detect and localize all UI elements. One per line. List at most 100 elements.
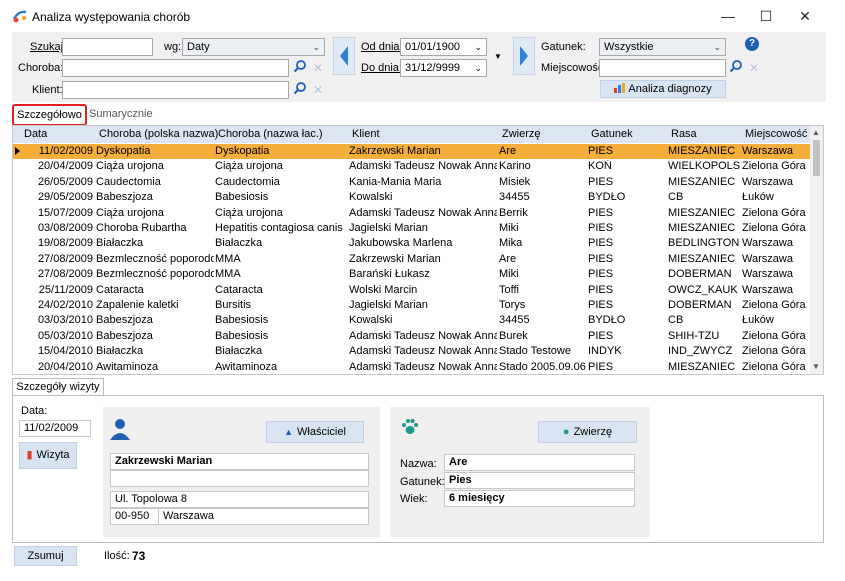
table-cell: Warszawa bbox=[742, 252, 793, 265]
previous-period-button[interactable] bbox=[333, 37, 355, 75]
table-cell: Zielona Góra bbox=[742, 160, 806, 173]
analiza-diagnozy-button[interactable]: Analiza diagnozy bbox=[600, 80, 726, 98]
table-cell: Karino bbox=[499, 160, 531, 173]
table-row[interactable]: 05/03/2010 Babeszjoza Babesiosis Adamski Ta… bbox=[13, 329, 811, 344]
table-cell: Berrik bbox=[499, 206, 528, 219]
visit-date-field[interactable]: 11/02/2009 bbox=[19, 420, 91, 437]
chevron-down-icon: ⌄ bbox=[312, 42, 320, 52]
table-row[interactable]: 15/04/2010 Białaczka Białaczka Adamski Tade… bbox=[13, 344, 811, 359]
miejscowosc-label: Miejscowość: bbox=[541, 62, 607, 74]
help-icon[interactable]: ? bbox=[745, 37, 759, 51]
scroll-thumb[interactable] bbox=[813, 140, 820, 176]
table-row[interactable]: 20/04/2009 Ciąża urojona Ciąża urojona Adam… bbox=[13, 159, 811, 174]
table-row[interactable]: 19/08/2009 Białaczka Białaczka Jakubowska M… bbox=[13, 236, 811, 251]
table-cell: Awitaminoza bbox=[96, 360, 159, 373]
table-cell: BEDLINGTON bbox=[668, 237, 740, 250]
table-cell: IND_ZWYCZ bbox=[668, 345, 733, 358]
maximize-button[interactable]: ☐ bbox=[756, 6, 776, 26]
tab-szczegolowo[interactable]: Szczegółowo bbox=[12, 104, 87, 126]
column-header[interactable]: Data bbox=[24, 128, 47, 140]
table-cell: CB bbox=[668, 314, 684, 327]
owner-line2-field bbox=[110, 470, 369, 487]
analiza-diagnozy-label: Analiza diagnozy bbox=[628, 83, 712, 95]
table-cell: Zielona Góra bbox=[742, 329, 806, 342]
close-button[interactable]: ✕ bbox=[795, 6, 815, 26]
table-row[interactable]: 27/08/2009 Bezmleczność poporodow MMA Barań… bbox=[13, 267, 811, 282]
table-row[interactable]: 03/03/2010 Babeszjoza Babesiosis Kowalski 34… bbox=[13, 313, 811, 328]
table-cell: Babeszjoza bbox=[96, 314, 153, 327]
table-cell: PIES bbox=[588, 360, 614, 373]
clear-icon[interactable]: ✕ bbox=[309, 81, 327, 99]
choroba-input[interactable] bbox=[62, 59, 289, 77]
period-dropdown-icon[interactable]: ▼ bbox=[494, 52, 502, 61]
search-icon[interactable] bbox=[291, 59, 309, 77]
wg-select[interactable]: Daty ⌄ bbox=[182, 38, 325, 56]
table-cell: MIESZANIEC bbox=[668, 175, 736, 188]
table-cell: Jagielski Marian bbox=[349, 222, 428, 234]
table-cell: PIES bbox=[588, 283, 614, 296]
table-row[interactable]: 27/08/2009 Bezmleczność poporodow MMA Zakrz… bbox=[13, 252, 811, 267]
search-icon[interactable] bbox=[727, 59, 745, 77]
column-header[interactable]: Gatunek bbox=[591, 128, 633, 140]
minimize-button[interactable]: — bbox=[718, 6, 738, 26]
table-cell: MIESZANIEC bbox=[668, 145, 736, 157]
table-row[interactable]: 15/07/2009 Ciąża urojona Ciąża urojona Adam… bbox=[13, 206, 811, 221]
column-header[interactable]: Rasa bbox=[671, 128, 697, 140]
data-label: Data: bbox=[21, 405, 48, 417]
zwierze-button[interactable]: ● Zwierzę bbox=[538, 421, 637, 443]
do-label: Do dnia: bbox=[361, 62, 402, 74]
table-row[interactable]: 26/05/2009 Caudectomia Caudectomia Kania-Ma… bbox=[13, 175, 811, 190]
table-cell: 19/08/2009 bbox=[37, 237, 93, 250]
wlasciciel-button[interactable]: ▲ Właściciel bbox=[266, 421, 364, 443]
table-cell: 27/08/2009 bbox=[37, 268, 93, 281]
table-cell: Stado 2005.09.06 bbox=[499, 360, 586, 373]
table-row[interactable]: 25/11/2009 Cataracta Cataracta Wolski Marci… bbox=[13, 283, 811, 298]
miejscowosc-input[interactable] bbox=[599, 59, 726, 77]
zsumuj-button[interactable]: Zsumuj bbox=[14, 546, 77, 566]
table-cell: PIES bbox=[588, 175, 614, 188]
ilosc-label: Ilość: bbox=[104, 550, 130, 562]
search-icon[interactable] bbox=[291, 81, 309, 99]
table-row[interactable]: 03/08/2009 Choroba Rubartha Hepatitis cont… bbox=[13, 221, 811, 236]
scroll-up-icon[interactable]: ▲ bbox=[812, 128, 820, 137]
klient-input[interactable] bbox=[62, 81, 289, 99]
tab-szczegoly-wizyty[interactable]: Szczegóły wizyty bbox=[12, 378, 104, 396]
table-cell: Are bbox=[499, 252, 517, 265]
table-cell: Burek bbox=[499, 329, 528, 342]
do-date-input[interactable]: 31/12/9999 ⌄ bbox=[400, 59, 487, 77]
column-header[interactable]: Choroba (nazwa łac.) bbox=[218, 128, 323, 140]
gatunek-select[interactable]: Wszystkie ⌄ bbox=[599, 38, 726, 56]
table-cell: Zielona Góra bbox=[742, 222, 806, 234]
table-cell: Ciąża urojona bbox=[96, 206, 164, 219]
table-cell: Jakubowska Marlena bbox=[349, 237, 453, 250]
table-cell: Choroba Rubartha bbox=[96, 222, 187, 234]
od-date-input[interactable]: 01/01/1900 ⌄ bbox=[400, 38, 487, 56]
table-cell: BYDŁO bbox=[588, 191, 626, 204]
table-row[interactable]: 24/02/2010 Zapalenie kaletki Bursitis Jagie… bbox=[13, 298, 811, 313]
table-cell: KOŃ bbox=[588, 160, 612, 173]
next-period-button[interactable] bbox=[513, 37, 535, 75]
column-header[interactable]: Choroba (polska nazwa) bbox=[99, 128, 218, 140]
table-cell: Hepatitis contagiosa canis bbox=[215, 222, 343, 234]
column-header[interactable]: Miejscowość bbox=[745, 128, 807, 140]
table-cell: SHIH-TZU bbox=[668, 329, 720, 342]
szukaj-input[interactable] bbox=[62, 38, 153, 56]
wizyta-button[interactable]: ▮ Wizyta bbox=[19, 442, 77, 469]
table-cell: Adamski Tadeusz Nowak Anna bbox=[349, 160, 497, 173]
table-cell: MIESZANIEC bbox=[668, 222, 736, 234]
clear-icon[interactable]: ✕ bbox=[745, 59, 763, 77]
table-row[interactable]: 11/02/2009 Dyskopatia Dyskopatia Zakrzewski… bbox=[13, 144, 811, 160]
table-row[interactable]: 20/04/2010 Awitaminoza Awitaminoza Adamski … bbox=[13, 360, 811, 374]
od-label: Od dnia: bbox=[361, 41, 403, 53]
vertical-scrollbar[interactable]: ▲ ▼ bbox=[810, 126, 823, 374]
column-header[interactable]: Zwierzę bbox=[502, 128, 541, 140]
table-cell: MMA bbox=[215, 268, 241, 281]
table-cell: Zakrzewski Marian bbox=[349, 145, 441, 157]
table-cell: DOBERMAN bbox=[668, 299, 732, 311]
tab-sumarycznie[interactable]: Sumarycznie bbox=[89, 108, 153, 120]
clear-icon[interactable]: ✕ bbox=[309, 59, 327, 77]
scroll-down-icon[interactable]: ▼ bbox=[812, 362, 820, 371]
table-cell: Caudectomia bbox=[96, 175, 161, 188]
column-header[interactable]: Klient bbox=[352, 128, 380, 140]
table-row[interactable]: 29/05/2009 Babeszjoza Babesiosis Kowalski 34… bbox=[13, 190, 811, 205]
